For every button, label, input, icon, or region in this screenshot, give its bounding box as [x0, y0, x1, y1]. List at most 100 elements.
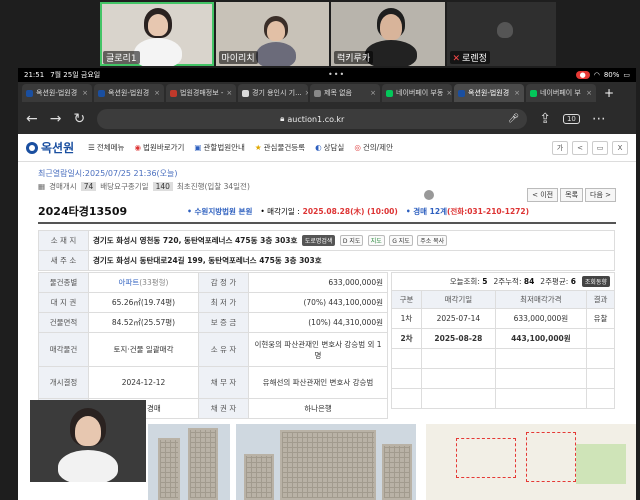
status-date: 7월 25일 금요일	[50, 71, 101, 79]
browser-tab[interactable]: 경기 용인시 기... ×	[238, 84, 308, 102]
table-row: 개시결정 2024-12-12 채 무 자 유해선의 파산관재인 변호사 강승범	[38, 366, 388, 399]
reload-icon[interactable]: ↻	[73, 111, 85, 127]
close-tab-icon[interactable]: ×	[154, 89, 160, 97]
table-row: 새 주 소 경기도 화성시 동탄대로24길 199, 동탄역포레너스 475동 …	[38, 250, 615, 271]
location-map[interactable]	[426, 424, 636, 500]
multitask-dots-icon[interactable]: •••	[328, 70, 345, 79]
deposit-value: (10%) 44,310,000원	[248, 312, 388, 333]
property-details-table: 물건종별 아파트(33평형) 감 정 가 633,000,000원 대 지 권 …	[38, 272, 388, 419]
view-trend-button[interactable]: 조회동향	[581, 276, 610, 287]
print-button[interactable]: ▭	[592, 140, 608, 155]
header-tools: 가 < ▭ X	[552, 140, 628, 155]
building-photo-2[interactable]	[236, 424, 416, 500]
browser-tab[interactable]: 옥션원-법원경 ×	[22, 84, 92, 102]
naver-favicon-icon	[530, 89, 537, 97]
more-menu-icon[interactable]: ⋯	[592, 111, 606, 127]
site-favicon-icon	[26, 89, 33, 97]
browser-tab[interactable]: 법원경매정보 - ×	[166, 84, 236, 102]
nav-court-info[interactable]: ▣ 관할법원안내	[194, 142, 245, 153]
logo-mark-icon	[26, 141, 38, 154]
close-tab-icon[interactable]: ×	[370, 89, 376, 97]
division-phone: (전화:031-210-1272)	[446, 206, 530, 216]
building-icon: ▣	[194, 143, 202, 152]
battery-percent: 80%	[603, 71, 620, 79]
address-label: 소 재 지	[38, 230, 89, 251]
share-button[interactable]: <	[572, 140, 588, 155]
scroll-indicator[interactable]	[424, 190, 434, 200]
court-icon: ◉	[134, 143, 142, 152]
address-table: 소 재 지 경기도 화성시 영천동 720, 동탄역포레너스 475동 3층 3…	[38, 230, 615, 271]
self-video-view[interactable]	[30, 400, 146, 482]
video-tile-participant-4[interactable]: ✕ 로렌정	[446, 2, 557, 66]
video-call-strip: 글로리1 마이리치 럭키루카 ✕ 로렌정	[100, 2, 557, 66]
list-button[interactable]: 목록	[560, 188, 584, 202]
system-status-bar: 21:51 7월 25일 금요일 ••• ● ◠ 80% ▭	[18, 68, 636, 82]
close-button[interactable]: X	[612, 140, 628, 155]
video-tile-participant-3[interactable]: 럭키루카	[331, 2, 445, 66]
close-tab-icon[interactable]: ×	[226, 89, 232, 97]
participant-name: 럭키루카	[334, 51, 374, 64]
nav-consult[interactable]: ◐ 상담실	[315, 142, 344, 153]
close-tab-icon[interactable]: ×	[446, 89, 452, 97]
auction-division: • 경매 12계	[405, 206, 447, 216]
video-tile-participant-1[interactable]: 글로리1	[100, 2, 214, 66]
copy-address-button[interactable]: 주소 복사	[417, 235, 448, 246]
back-icon[interactable]: ←	[26, 111, 38, 127]
nav-suggest[interactable]: ◎ 건의/제안	[354, 142, 393, 153]
prev-button[interactable]: < 이전	[527, 188, 559, 202]
table-header-row: 구분 매각기일 최저매각가격 결과	[391, 290, 615, 309]
browser-toolbar: ← → ↻ 🔒︎ auction1.co.kr 🎤︎ ⇪ 10 ⋯	[18, 104, 636, 134]
nav-all-menu[interactable]: ☰ 전체메뉴	[88, 142, 124, 153]
menu-icon: ☰	[88, 143, 95, 152]
browser-tab[interactable]: 네이버페이 부동 ×	[382, 84, 452, 102]
browser-tab[interactable]: 네이버페이 부 ×	[526, 84, 596, 102]
court-name[interactable]: • 수원지방법원 본원	[187, 206, 252, 217]
participant-name: 글로리1	[103, 51, 140, 64]
building-photo-1[interactable]	[148, 424, 230, 500]
share-icon[interactable]: ⇪	[539, 111, 551, 127]
status-time: 21:51	[24, 71, 45, 79]
close-tab-icon[interactable]: ×	[82, 89, 88, 97]
table-row: 2차 2025-08-28 443,100,000원	[391, 328, 615, 349]
address-value: 경기도 화성시 영천동 720, 동탄역포레너스 475동 3층 303호	[93, 236, 298, 245]
browser-tab-active[interactable]: 옥션원-법원경 ×	[454, 84, 524, 102]
naver-favicon-icon	[386, 89, 393, 97]
microphone-icon[interactable]: 🎤︎	[508, 114, 519, 124]
road-address-search-button[interactable]: 도로명검색	[301, 235, 336, 246]
naver-map-button[interactable]: 지도	[367, 235, 385, 246]
creditor-value: 하나은행	[248, 398, 388, 419]
nav-court-link[interactable]: ◉ 법원바로가기	[134, 142, 184, 153]
calendar-icon: ▦	[38, 182, 46, 191]
browser-tab[interactable]: 제목 없음 ×	[310, 84, 380, 102]
google-map-button[interactable]: G 지도	[389, 235, 413, 246]
forward-icon[interactable]: →	[50, 111, 62, 127]
view-stats: 오늘조회: 5 2주누적: 84 2주평균: 6 조회동향	[391, 272, 615, 290]
lock-icon: 🔒︎	[280, 114, 285, 123]
close-tab-icon[interactable]: ×	[514, 89, 520, 97]
document-favicon-icon	[242, 89, 249, 97]
participant-name: 마이리치	[218, 51, 258, 64]
close-tab-icon[interactable]: ×	[305, 89, 308, 97]
participant-name: 로렌정	[462, 54, 487, 64]
nav-favorite[interactable]: ★ 관심물건등록	[255, 142, 305, 153]
recording-indicator[interactable]: ●	[575, 71, 590, 79]
address-bar[interactable]: 🔒︎ auction1.co.kr 🎤︎	[97, 109, 528, 129]
new-tab-button[interactable]: +	[604, 86, 614, 100]
daum-map-button[interactable]: D 지도	[339, 235, 364, 246]
site-header: 옥션원 ☰ 전체메뉴 ◉ 법원바로가기 ▣ 관할법원안내 ★ 관심물건등록 ◐ 상담실 ◎…	[18, 134, 636, 162]
tab-count-button[interactable]: 10	[562, 114, 580, 124]
site-nav: ☰ 전체메뉴 ◉ 법원바로가기 ▣ 관할법원안내 ★ 관심물건등록 ◐ 상담실 ◎ 건의/제…	[88, 142, 393, 153]
case-header: 2024타경13509 • 수원지방법원 본원 • 매각기일 : 2025.08…	[38, 200, 616, 224]
property-type-link[interactable]: 아파트	[119, 278, 140, 287]
video-tile-participant-2[interactable]: 마이리치	[215, 2, 329, 66]
close-tab-icon[interactable]: ×	[586, 89, 592, 97]
browser-tab[interactable]: 옥션원-법원경 ×	[94, 84, 164, 102]
sale-date: 2025.08.28(木) (10:00)	[302, 206, 398, 216]
font-size-button[interactable]: 가	[552, 140, 568, 155]
wifi-icon: ◠	[593, 71, 600, 79]
site-logo[interactable]: 옥션원	[26, 139, 74, 156]
screen: 글로리1 마이리치 럭키루카 ✕ 로렌정 21:51 7월 25일 금요일 •••…	[0, 0, 640, 500]
history-table: 구분 매각기일 최저매각가격 결과 1차 2025-07-14 633,000,…	[391, 290, 615, 409]
next-button[interactable]: 다음 >	[585, 188, 616, 202]
table-row: 대 지 권 65.26㎡(19.74평) 최 저 가 (70%) 443,100…	[38, 292, 388, 313]
